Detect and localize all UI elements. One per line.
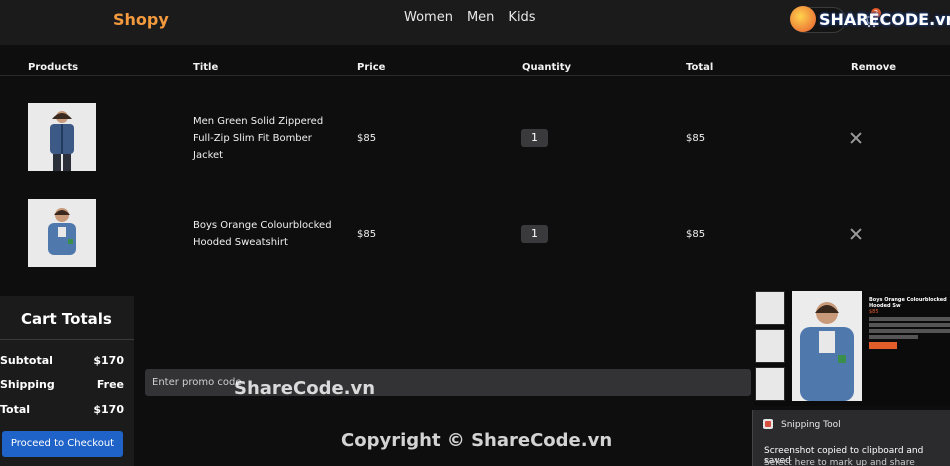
shop-logo[interactable]: Shopy bbox=[113, 10, 169, 29]
top-navbar: Shopy Women Men Kids 2 SHARECODE.vn bbox=[0, 0, 950, 45]
snipping-tool-icon bbox=[763, 419, 773, 429]
header-title: Title bbox=[193, 62, 219, 73]
product-price: $85 bbox=[357, 229, 377, 240]
nav-link-kids[interactable]: Kids bbox=[508, 10, 535, 25]
total-label: Total bbox=[0, 403, 31, 416]
total-value: $170 bbox=[93, 403, 124, 416]
product-image[interactable] bbox=[28, 199, 96, 267]
preview-text-line bbox=[869, 335, 918, 339]
header-products: Products bbox=[28, 62, 79, 73]
cart-totals-title: Cart Totals bbox=[21, 310, 112, 328]
preview-text-line bbox=[869, 329, 950, 333]
remove-close-icon[interactable] bbox=[849, 227, 863, 241]
copyright-watermark: Copyright © ShareCode.vn bbox=[341, 430, 613, 451]
cart-row: Men Green Solid Zippered Full-Zip Slim F… bbox=[0, 103, 950, 175]
sharecode-watermark-logo: SHARECODE.vn bbox=[790, 6, 950, 32]
preview-thumb bbox=[755, 291, 785, 325]
nav-link-women[interactable]: Women bbox=[404, 10, 453, 25]
header-remove: Remove bbox=[851, 62, 897, 73]
notification-app-name: Snipping Tool bbox=[781, 420, 841, 430]
subtotal-value: $170 bbox=[93, 354, 124, 367]
product-price: $85 bbox=[357, 133, 377, 144]
cart-row: Boys Orange Colourblocked Hooded Sweatsh… bbox=[0, 199, 950, 271]
shipping-row: Shipping Free bbox=[0, 378, 124, 391]
preview-details: Boys Orange Colourblocked Hooded Sw $85 bbox=[869, 297, 950, 349]
subtotal-row: Subtotal $170 bbox=[0, 354, 124, 367]
quantity-value[interactable]: 1 bbox=[521, 129, 548, 147]
product-preview-thumbnail[interactable]: Boys Orange Colourblocked Hooded Sw $85 bbox=[754, 291, 950, 406]
product-total: $85 bbox=[686, 133, 706, 144]
preview-text-line bbox=[869, 317, 950, 321]
total-row: Total $170 bbox=[0, 403, 124, 416]
nav-links: Women Men Kids bbox=[404, 10, 536, 25]
cart-table-header: Products Title Price Quantity Total Remo… bbox=[0, 56, 950, 76]
preview-add-button bbox=[869, 342, 897, 349]
preview-title: Boys Orange Colourblocked Hooded Sw bbox=[869, 297, 947, 309]
snipping-tool-notification[interactable]: Snipping Tool Screenshot copied to clipb… bbox=[752, 410, 950, 466]
product-image[interactable] bbox=[28, 103, 96, 171]
preview-price: $85 bbox=[869, 309, 879, 315]
remove-close-icon[interactable] bbox=[849, 131, 863, 145]
quantity-value[interactable]: 1 bbox=[521, 225, 548, 243]
shipping-label: Shipping bbox=[0, 378, 55, 391]
product-photo-man-jacket bbox=[50, 111, 74, 171]
sharecode-logo-icon bbox=[790, 6, 816, 32]
subtotal-label: Subtotal bbox=[0, 354, 53, 367]
sharecode-watermark-center: ShareCode.vn bbox=[234, 378, 376, 399]
header-total: Total bbox=[686, 62, 714, 73]
shipping-value: Free bbox=[96, 378, 124, 391]
sharecode-watermark-text: SHARECODE.vn bbox=[819, 9, 950, 29]
preview-boy-photo bbox=[800, 302, 854, 401]
product-photo-boy-jacket bbox=[48, 208, 76, 255]
header-quantity: Quantity bbox=[522, 62, 571, 73]
cart-page: Shopy Women Men Kids 2 SHARECODE.vn Prod… bbox=[0, 0, 950, 466]
product-title: Men Green Solid Zippered Full-Zip Slim F… bbox=[193, 116, 324, 161]
preview-text-line bbox=[869, 323, 950, 327]
preview-thumb bbox=[755, 367, 785, 401]
divider bbox=[0, 339, 134, 340]
proceed-to-checkout-button[interactable]: Proceed to Checkout bbox=[2, 431, 123, 457]
preview-thumb bbox=[755, 329, 785, 363]
preview-main-image bbox=[792, 291, 862, 401]
product-title: Boys Orange Colourblocked Hooded Sweatsh… bbox=[193, 220, 332, 248]
product-total: $85 bbox=[686, 229, 706, 240]
nav-link-men[interactable]: Men bbox=[467, 10, 494, 25]
cart-totals-panel: Cart Totals Subtotal $170 Shipping Free … bbox=[0, 296, 134, 466]
header-price: Price bbox=[357, 62, 386, 73]
notification-subtext: Select here to mark up and share bbox=[764, 458, 915, 466]
